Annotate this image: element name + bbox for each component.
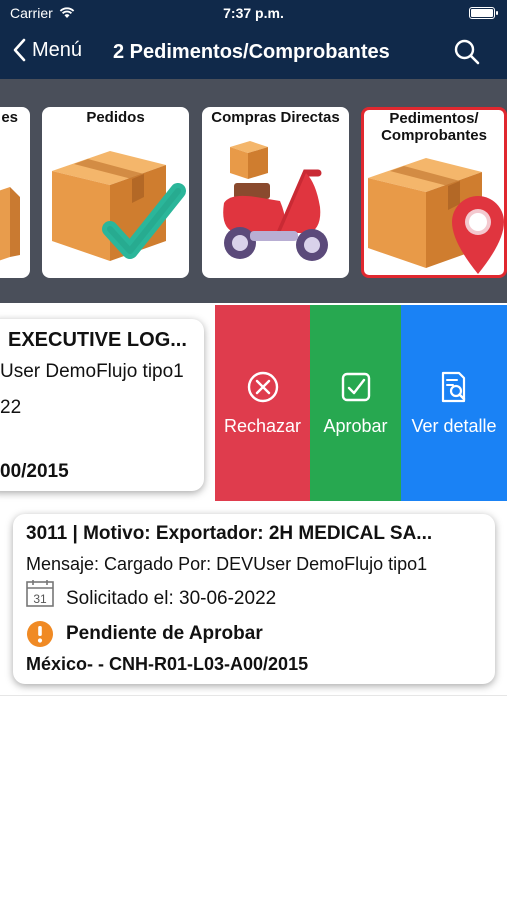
category-label-line1: Pedimentos/ <box>389 110 479 127</box>
clock: 7:37 p.m. <box>223 5 284 21</box>
request-location: 00/2015 <box>0 461 69 482</box>
chevron-left-icon <box>13 38 26 62</box>
back-button[interactable]: Menú <box>12 38 82 62</box>
category-label: es <box>1 109 18 126</box>
approve-button[interactable]: Aprobar <box>310 305 401 501</box>
category-label-line2: Comprobantes <box>381 127 487 144</box>
view-detail-button[interactable]: Ver detalle <box>401 305 507 501</box>
category-label-active: Pedimentos/ Comprobantes <box>364 110 504 144</box>
swipe-row: Rechazar Aprobar Ver detalle EXECUTIVE L… <box>0 305 507 501</box>
request-location: México- - CNH-R01-L03-A00/2015 <box>26 654 309 674</box>
delivery-scooter-icon <box>223 141 328 261</box>
request-card[interactable]: 3011 | Motivo: Exportador: 2H MEDICAL SA… <box>13 514 495 684</box>
category-card-pedidos[interactable]: Pedidos <box>42 107 189 278</box>
calendar-day: 31 <box>33 592 47 606</box>
category-card-compras-directas[interactable]: Compras Directas <box>202 107 349 278</box>
category-label: Pedidos <box>86 109 145 126</box>
list-divider <box>0 695 507 696</box>
category-card-partial[interactable]: es <box>0 107 30 278</box>
box-check-icon <box>52 151 186 261</box>
status-bar: Carrier 7:37 p.m. <box>0 0 507 26</box>
category-strip: es Pedidos Compras Directas Pedimentos/ … <box>0 79 507 303</box>
reject-label: Rechazar <box>223 415 302 436</box>
swiped-request-card[interactable]: EXECUTIVE LOG... User DemoFlujo tipo1 22… <box>0 319 204 491</box>
swipe-actions: Rechazar Aprobar Ver detalle <box>215 305 507 501</box>
category-card-pedimentos-comprobantes[interactable]: Pedimentos/ Comprobantes <box>361 107 507 278</box>
box-location-pin-icon <box>368 158 504 274</box>
warning-icon <box>27 621 53 647</box>
approve-label: Aprobar <box>323 415 388 436</box>
request-title: EXECUTIVE LOG... <box>8 329 187 351</box>
request-title: 3011 | Motivo: Exportador: 2H MEDICAL SA… <box>26 523 433 544</box>
request-status: Pendiente de Aprobar <box>66 623 263 644</box>
category-label: Compras Directas <box>211 109 340 126</box>
request-message: User DemoFlujo tipo1 <box>0 361 184 382</box>
request-message: Mensaje: Cargado Por: DEVUser DemoFlujo … <box>26 554 428 574</box>
search-icon[interactable] <box>453 38 481 66</box>
approve-icon <box>341 372 370 401</box>
reject-button[interactable]: Rechazar <box>215 305 310 501</box>
view-detail-label: Ver detalle <box>411 415 497 436</box>
document-search-icon <box>441 371 466 402</box>
page-title: 2 Pedimentos/Comprobantes <box>113 41 390 63</box>
box-icon <box>0 187 20 261</box>
request-date: 22 <box>0 397 22 418</box>
battery-icon <box>469 7 498 19</box>
back-label: Menú <box>32 38 83 61</box>
navigation-bar: Menú 2 Pedimentos/Comprobantes <box>0 26 507 79</box>
calendar-icon: 31 <box>26 580 54 607</box>
request-date: Solicitado el: 30-06-2022 <box>66 588 277 609</box>
reject-icon <box>247 371 278 402</box>
